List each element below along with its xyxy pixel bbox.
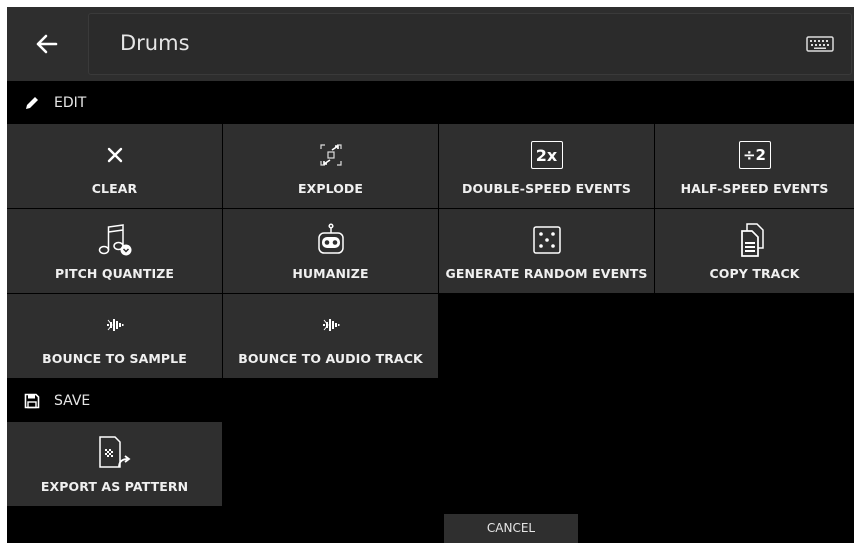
humanize-label: HUMANIZE — [292, 266, 369, 281]
bounce-icon — [322, 319, 339, 331]
half-speed-icon: ÷2 — [738, 141, 771, 169]
close-icon — [107, 147, 122, 163]
explode-label: EXPLODE — [297, 181, 364, 196]
edit-section-header: EDIT — [7, 83, 854, 123]
save-section-header: SAVE — [7, 381, 854, 421]
clear-button[interactable]: CLEAR — [7, 124, 222, 208]
cancel-button[interactable]: CANCEL — [444, 514, 578, 543]
edit-menu-screen: Drums EDIT CLEAR EXPLODE 2x DOUBLE-SPEED… — [7, 7, 854, 543]
bounce-to-sample-label: BOUNCE TO SAMPLE — [42, 351, 187, 366]
top-bar: Drums — [7, 7, 854, 81]
explode-icon — [319, 144, 342, 166]
music-note-icon — [98, 224, 131, 256]
edit-section-label: EDIT — [54, 95, 87, 111]
half-speed-events-button[interactable]: ÷2 HALF-SPEED EVENTS — [655, 124, 854, 208]
generate-random-label: GENERATE RANDOM EVENTS — [445, 266, 648, 281]
half-speed-icon-text: ÷2 — [742, 146, 766, 164]
pencil-icon — [26, 97, 38, 109]
generate-random-events-button[interactable]: GENERATE RANDOM EVENTS — [439, 209, 654, 293]
arrow-left-icon — [36, 34, 58, 54]
export-file-icon — [98, 436, 130, 468]
keyboard-icon[interactable] — [806, 35, 834, 53]
dice-icon — [532, 226, 561, 254]
track-name-field[interactable]: Drums — [88, 13, 852, 75]
double-speed-icon-text: 2x — [535, 145, 558, 165]
copy-track-button[interactable]: COPY TRACK — [655, 209, 854, 293]
save-section-label: SAVE — [54, 393, 91, 409]
double-speed-label: DOUBLE-SPEED EVENTS — [462, 181, 631, 196]
bounce-to-audio-track-button[interactable]: BOUNCE TO AUDIO TRACK — [223, 294, 438, 378]
pitch-quantize-label: PITCH QUANTIZE — [54, 266, 175, 281]
half-speed-label: HALF-SPEED EVENTS — [680, 181, 829, 196]
pitch-quantize-button[interactable]: PITCH QUANTIZE — [7, 209, 222, 293]
export-as-pattern-label: EXPORT AS PATTERN — [40, 479, 189, 494]
clear-label: CLEAR — [91, 181, 138, 196]
robot-icon — [317, 223, 344, 254]
track-name-text: Drums — [120, 31, 190, 55]
copy-track-label: COPY TRACK — [709, 266, 800, 281]
double-speed-events-button[interactable]: 2x DOUBLE-SPEED EVENTS — [439, 124, 654, 208]
double-speed-icon: 2x — [530, 141, 563, 169]
floppy-disk-icon — [24, 393, 40, 409]
copy-document-icon — [740, 223, 764, 257]
bounce-icon — [106, 319, 123, 331]
bounce-to-sample-button[interactable]: BOUNCE TO SAMPLE — [7, 294, 222, 378]
back-button[interactable] — [7, 7, 87, 81]
explode-button[interactable]: EXPLODE — [223, 124, 438, 208]
export-as-pattern-button[interactable]: EXPORT AS PATTERN — [7, 422, 222, 506]
bounce-to-audio-track-label: BOUNCE TO AUDIO TRACK — [238, 351, 423, 366]
humanize-button[interactable]: HUMANIZE — [223, 209, 438, 293]
